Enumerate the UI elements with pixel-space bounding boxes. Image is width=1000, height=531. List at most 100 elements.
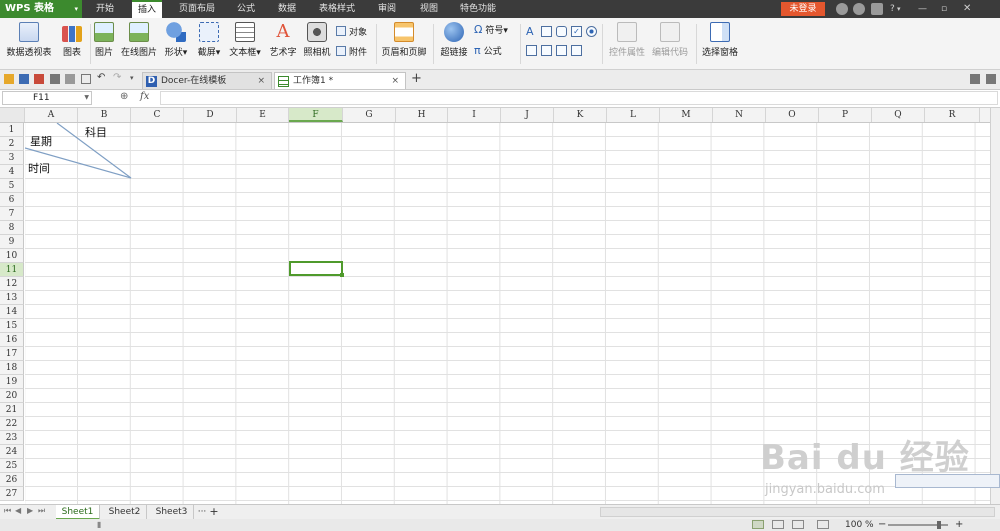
zoom-out-icon[interactable]: − — [878, 520, 886, 530]
floating-toolbar[interactable] — [895, 474, 1000, 488]
horizontal-scrollbar[interactable] — [600, 507, 995, 517]
column-header[interactable]: Q — [872, 108, 925, 122]
fill-handle[interactable] — [340, 273, 344, 277]
spinner-control-icon[interactable] — [556, 45, 567, 56]
chart-button[interactable]: 图表 — [60, 22, 84, 58]
select-all-corner[interactable] — [0, 108, 25, 122]
header-footer-button[interactable]: 页眉和页脚 — [380, 22, 428, 58]
listbox-control-icon[interactable] — [526, 45, 537, 56]
wordart-button[interactable]: A 艺术字 — [268, 22, 298, 59]
undo-icon[interactable]: ↶ — [97, 73, 107, 84]
row-header[interactable]: 23 — [0, 431, 24, 445]
column-header[interactable]: N — [713, 108, 766, 122]
save-icon[interactable] — [19, 74, 29, 84]
copy-icon[interactable] — [81, 74, 91, 84]
column-header[interactable]: K — [554, 108, 607, 122]
symbol-button[interactable]: Ω 符号▾ — [474, 24, 508, 37]
restore-icon[interactable]: ▫ — [941, 0, 947, 18]
sheet-tab-1[interactable]: Sheet1 — [56, 505, 100, 520]
tab-data[interactable]: 数据 — [276, 0, 298, 18]
row-header[interactable]: 14 — [0, 305, 24, 319]
tab-formulas[interactable]: 公式 — [235, 0, 257, 18]
row-header[interactable]: 17 — [0, 347, 24, 361]
column-header-selected[interactable]: F — [289, 108, 343, 122]
open-icon[interactable] — [4, 74, 14, 84]
name-box[interactable]: F11 ▼ — [2, 91, 92, 105]
first-sheet-icon[interactable]: ⏮ — [4, 506, 11, 516]
column-header[interactable]: H — [396, 108, 448, 122]
normal-view-icon[interactable] — [752, 520, 764, 529]
row-header[interactable]: 8 — [0, 221, 24, 235]
column-header[interactable]: C — [131, 108, 184, 122]
skin-icon[interactable] — [836, 3, 848, 15]
column-header[interactable]: L — [607, 108, 660, 122]
tab-special-features[interactable]: 特色功能 — [458, 0, 498, 18]
row-header[interactable]: 18 — [0, 361, 24, 375]
tab-home[interactable]: 开始 — [94, 0, 116, 18]
column-header[interactable]: P — [819, 108, 872, 122]
textbox-button[interactable]: 文本框▾ — [228, 22, 262, 58]
column-header[interactable]: E — [237, 108, 289, 122]
row-header[interactable]: 4 — [0, 165, 24, 179]
button-control-icon[interactable] — [556, 26, 567, 37]
column-header[interactable]: I — [448, 108, 501, 122]
scrollbar-control-icon[interactable] — [571, 45, 582, 56]
row-header[interactable]: 15 — [0, 319, 24, 333]
customize-chevron-icon[interactable]: ▾ — [130, 74, 140, 84]
tab-table-style[interactable]: 表格样式 — [317, 0, 357, 18]
close-tab-icon[interactable]: × — [391, 73, 399, 90]
tab-page-layout[interactable]: 页面布局 — [177, 0, 217, 18]
chevron-down-icon[interactable]: ▾ — [897, 0, 901, 18]
selection-pane-button[interactable]: 选择窗格 — [700, 22, 740, 58]
insert-function-icon[interactable]: fx — [140, 91, 149, 102]
zoom-in-icon[interactable]: + — [955, 520, 963, 530]
row-header[interactable]: 2 — [0, 137, 24, 151]
row-header[interactable]: 20 — [0, 389, 24, 403]
zoom-slider-thumb[interactable] — [937, 521, 941, 529]
column-header[interactable]: B — [78, 108, 131, 122]
frame-control-icon[interactable] — [541, 26, 552, 37]
radio-control-icon[interactable] — [586, 26, 597, 37]
new-tab-button[interactable]: + — [411, 71, 422, 86]
combobox-control-icon[interactable] — [541, 45, 552, 56]
row-header-selected[interactable]: 11 — [0, 263, 24, 277]
app-menu-button[interactable]: WPS 表格 ▾ — [0, 0, 82, 18]
add-sheet-button[interactable]: + — [208, 505, 220, 520]
checkbox-control-icon[interactable]: ✓ — [571, 26, 582, 37]
formula-input[interactable] — [160, 91, 998, 105]
pivot-table-button[interactable]: 数据透视表 — [6, 22, 52, 58]
row-header[interactable]: 22 — [0, 417, 24, 431]
fullscreen-icon[interactable] — [792, 520, 804, 529]
tab-workbook[interactable]: 工作簿1 * × — [274, 72, 406, 89]
close-tab-icon[interactable]: × — [257, 73, 265, 90]
active-cell-selection[interactable] — [289, 261, 344, 277]
print-icon[interactable] — [50, 74, 60, 84]
last-sheet-icon[interactable]: ⏭ — [38, 506, 45, 516]
row-header[interactable]: 13 — [0, 291, 24, 305]
sync-icon[interactable] — [853, 3, 865, 15]
tab-insert[interactable]: 插入 — [132, 0, 162, 18]
online-picture-button[interactable]: 在线图片 — [120, 22, 158, 58]
login-button[interactable]: 未登录 — [781, 2, 825, 16]
close-window-icon[interactable]: ✕ — [963, 0, 971, 18]
object-button[interactable]: 对象 — [336, 26, 367, 39]
row-header[interactable]: 3 — [0, 151, 24, 165]
row-header[interactable]: 16 — [0, 333, 24, 347]
row-header[interactable]: 25 — [0, 459, 24, 473]
sheet-tab-3[interactable]: Sheet3 — [150, 505, 194, 520]
help-button[interactable]: ? — [890, 0, 895, 18]
column-header[interactable]: R — [925, 108, 980, 122]
camera-button[interactable]: 照相机 — [302, 22, 332, 58]
row-header[interactable]: 24 — [0, 445, 24, 459]
row-header[interactable]: 6 — [0, 193, 24, 207]
window-tile-icon[interactable] — [986, 74, 996, 84]
row-header[interactable]: 27 — [0, 487, 24, 501]
more-sheets-button[interactable]: ··· — [196, 505, 208, 520]
row-header[interactable]: 10 — [0, 249, 24, 263]
vertical-scrollbar[interactable] — [990, 108, 1000, 504]
row-header[interactable]: 12 — [0, 277, 24, 291]
attachment-button[interactable]: 附件 — [336, 46, 367, 59]
row-header[interactable]: 5 — [0, 179, 24, 193]
shape-button[interactable]: 形状▾ — [162, 22, 190, 58]
edit-code-button[interactable]: 编辑代码 — [650, 22, 690, 58]
